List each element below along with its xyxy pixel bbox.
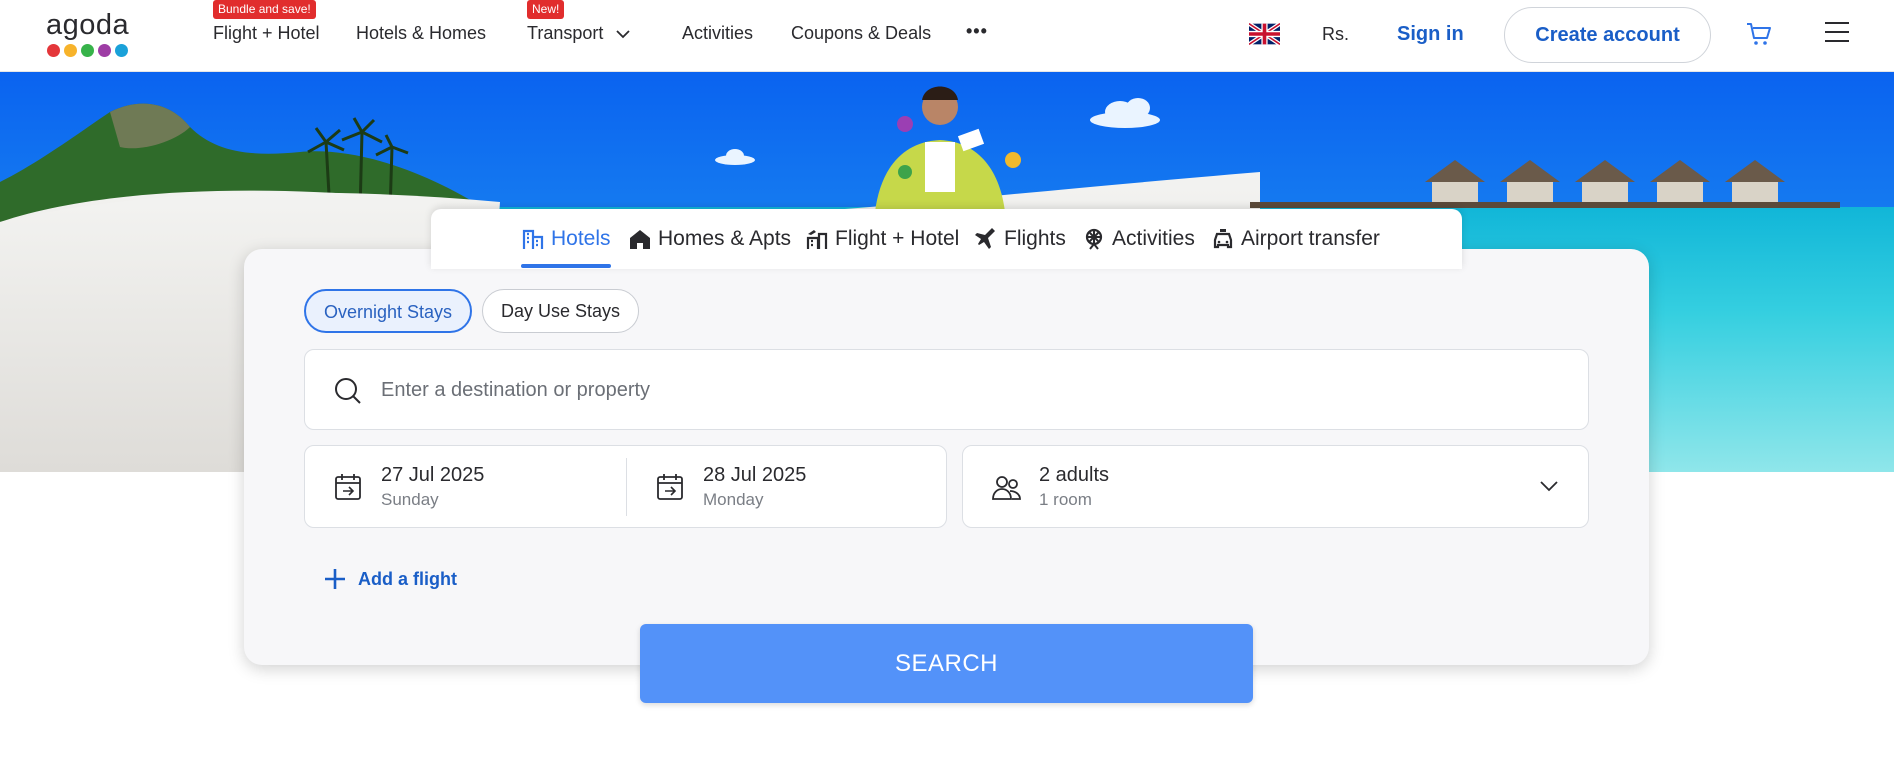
day-use-stays-toggle[interactable]: Day Use Stays [482,289,639,333]
add-flight-label: Add a flight [358,568,457,589]
check-out-date: 28 Jul 2025 [703,464,807,486]
nav-hotels-homes[interactable]: Hotels & Homes [356,22,486,44]
search-panel: Overnight Stays Day Use Stays 27 Jul 202… [244,249,1649,665]
nav-activities-label: Activities [682,23,754,43]
hotel-icon [522,229,544,249]
activities-icon [1085,228,1103,250]
check-in-field[interactable]: 27 Jul 2025 Sunday [305,446,626,529]
tab-flight-hotel-label: Flight + Hotel [835,227,960,250]
product-tabs: Hotels Homes & Apts Flight + Hotel Fligh… [431,209,1462,269]
agoda-logo[interactable]: agoda [46,10,138,60]
dates-field: 27 Jul 2025 Sunday 28 Jul 2025 Monday [304,445,947,528]
tab-flight-hotel[interactable]: Flight + Hotel [805,209,959,269]
nav-transport-label: Transport [527,23,604,43]
nav-more-button[interactable]: ••• [966,20,988,42]
tab-homes-apts[interactable]: Homes & Apts [628,209,791,269]
nav-coupons-deals-label: Coupons & Deals [791,23,932,43]
nav-activities[interactable]: Activities [682,22,753,44]
more-dots-icon: ••• [966,21,988,41]
create-account-button[interactable]: Create account [1504,7,1711,63]
top-header: agoda Bundle and save! Flight + Hotel Ho… [0,0,1894,72]
tab-flights[interactable]: Flights [974,209,1066,269]
chevron-down-icon [1540,481,1558,492]
cart-icon[interactable] [1745,21,1773,47]
logo-dot-green [81,44,94,57]
guests-rooms-selector[interactable]: 2 adults 1 room [962,445,1589,528]
currency-selector[interactable]: Rs. [1322,24,1349,45]
nav-transport[interactable]: New! Transport [527,0,631,44]
logo-dot-yellow [64,44,77,57]
nav-coupons-deals[interactable]: Coupons & Deals [791,22,931,44]
logo-dots [47,44,138,57]
sign-in-link[interactable]: Sign in [1397,23,1464,46]
tab-activities-label: Activities [1112,227,1195,250]
bundle-badge: Bundle and save! [213,0,316,19]
check-out-day: Monday [703,490,764,509]
tab-activities[interactable]: Activities [1082,209,1195,269]
destination-input[interactable] [381,370,1561,410]
home-icon [630,230,650,249]
nav-flight-hotel[interactable]: Bundle and save! Flight + Hotel [213,0,320,44]
chevron-down-icon [616,30,631,39]
nav-flight-hotel-label: Flight + Hotel [213,23,320,43]
search-icon [335,378,361,404]
search-button[interactable]: SEARCH [640,624,1253,703]
flight-hotel-icon [806,230,828,249]
check-in-calendar-icon [335,474,361,500]
new-badge: New! [527,0,565,19]
tab-airport-transfer-label: Airport transfer [1241,227,1380,250]
add-flight-button[interactable]: Add a flight [324,568,457,590]
plane-icon [975,228,995,249]
check-out-calendar-icon [657,474,683,500]
destination-field[interactable] [304,349,1589,430]
logo-dot-blue [115,44,128,57]
tab-airport-transfer[interactable]: Airport transfer [1211,209,1380,269]
logo-dot-purple [98,44,111,57]
check-out-field[interactable]: 28 Jul 2025 Monday [627,446,948,529]
rooms-count: 1 room [1039,490,1092,509]
tab-homes-apts-label: Homes & Apts [658,227,792,250]
people-icon [992,476,1021,500]
overnight-stays-toggle[interactable]: Overnight Stays [304,289,472,333]
check-in-day: Sunday [381,490,439,509]
uk-flag-icon[interactable] [1249,23,1280,45]
tab-hotels[interactable]: Hotels [521,209,611,269]
hamburger-menu-icon[interactable] [1823,19,1851,45]
adults-count: 2 adults [1039,464,1110,486]
logo-dot-red [47,44,60,57]
nav-hotels-homes-label: Hotels & Homes [356,23,487,43]
car-icon [1213,229,1233,249]
tab-hotels-label: Hotels [551,227,611,250]
plus-icon [325,569,345,589]
check-in-date: 27 Jul 2025 [381,464,485,486]
tab-flights-label: Flights [1004,227,1066,250]
logo-text: agoda [46,9,130,41]
